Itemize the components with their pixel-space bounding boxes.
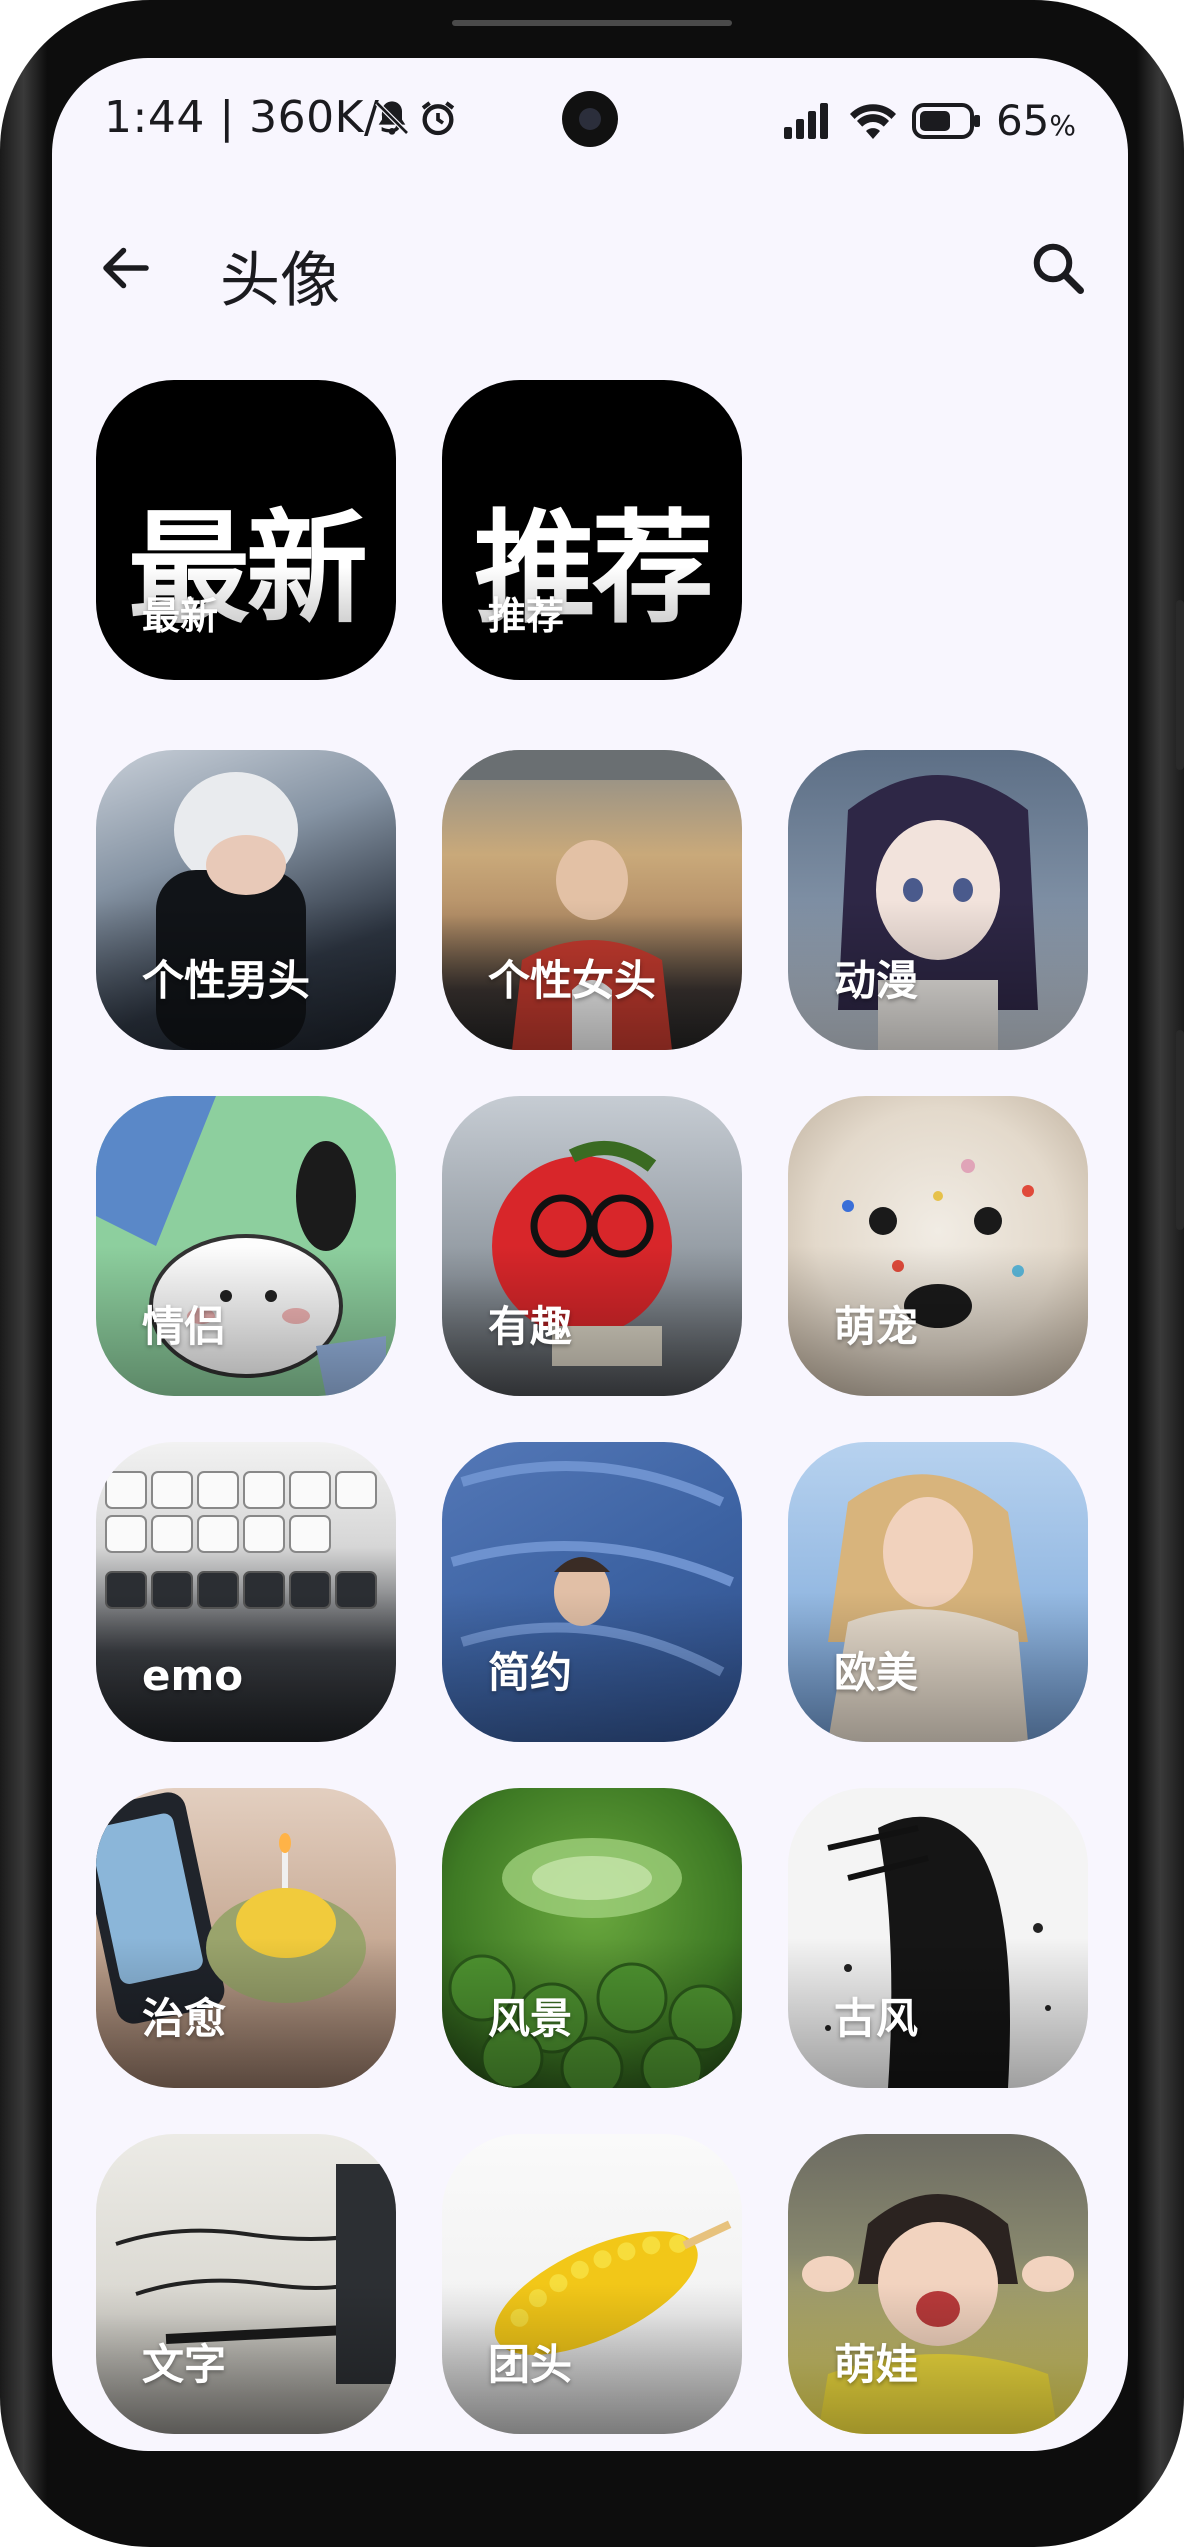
wifi-icon (849, 103, 896, 139)
tile-personal-male[interactable]: 个性男头 (96, 750, 396, 1050)
tile-latest-label: 最新 (142, 594, 219, 638)
volume-button (1176, 600, 1184, 770)
front-camera (562, 91, 618, 147)
tile-label: 萌娃 (834, 2340, 919, 2389)
alarm-icon (421, 101, 455, 136)
tile-label: 个性男头 (142, 956, 311, 1005)
status-bar: 1:44 | 360K/s 65% (52, 58, 1128, 178)
tile-label: 个性女头 (488, 956, 657, 1005)
notifications-off-icon (375, 101, 409, 135)
tile-label: 文字 (142, 2340, 227, 2389)
tile-label: 简约 (488, 1648, 573, 1697)
signal-icon (783, 102, 828, 139)
tile-western[interactable]: 欧美 (788, 1442, 1088, 1742)
app-bar: 头像 (52, 208, 1128, 328)
tile-simple[interactable]: 简约 (442, 1442, 742, 1742)
phone-frame: 1:44 | 360K/s 65% 头像 最新 最新 推荐 推荐 个性男头 个性… (0, 0, 1184, 2547)
tile-funny[interactable]: 有趣 (442, 1096, 742, 1396)
tile-label: emo (142, 1651, 244, 1700)
back-arrow-icon[interactable] (96, 238, 156, 298)
tile-label: 风景 (488, 1994, 573, 2043)
battery-icon (911, 102, 980, 139)
tile-latest[interactable]: 最新 最新 (96, 380, 396, 680)
tile-label: 团头 (488, 2340, 573, 2389)
tile-label: 治愈 (142, 1994, 227, 2043)
tile-pets[interactable]: 萌宠 (788, 1096, 1088, 1396)
tile-recommend-bigtext: 推荐 (442, 470, 742, 647)
power-button (1176, 1030, 1184, 1230)
tile-emo[interactable]: emo (96, 1442, 396, 1742)
tile-label: 有趣 (488, 1302, 573, 1351)
tile-group-avatar[interactable]: 团头 (442, 2134, 742, 2434)
status-time: 1:44 | 360K/s (104, 92, 403, 143)
tile-recommend[interactable]: 推荐 推荐 (442, 380, 742, 680)
tile-label: 古风 (834, 1994, 919, 2043)
tile-couple[interactable]: 情侣 (96, 1096, 396, 1396)
tile-latest-bigtext: 最新 (96, 470, 396, 647)
tile-ancient-style[interactable]: 古风 (788, 1788, 1088, 2088)
tile-text[interactable]: 文字 (96, 2134, 396, 2434)
tile-label: 动漫 (834, 956, 919, 1005)
page-title: 头像 (220, 246, 340, 316)
tile-cute-kids[interactable]: 萌娃 (788, 2134, 1088, 2434)
screen: 1:44 | 360K/s 65% 头像 最新 最新 推荐 推荐 个性男头 个性… (52, 58, 1128, 2451)
search-icon[interactable] (1028, 238, 1088, 298)
tile-label: 情侣 (142, 1302, 227, 1351)
tile-label: 欧美 (834, 1648, 919, 1697)
tile-healing[interactable]: 治愈 (96, 1788, 396, 2088)
speaker-grill (452, 20, 732, 26)
tile-recommend-label: 推荐 (488, 594, 565, 638)
tile-label: 萌宠 (834, 1302, 919, 1351)
tile-personal-female[interactable]: 个性女头 (442, 750, 742, 1050)
tile-scenery[interactable]: 风景 (442, 1788, 742, 2088)
battery-percent: 65% (995, 96, 1076, 145)
tile-anime[interactable]: 动漫 (788, 750, 1088, 1050)
